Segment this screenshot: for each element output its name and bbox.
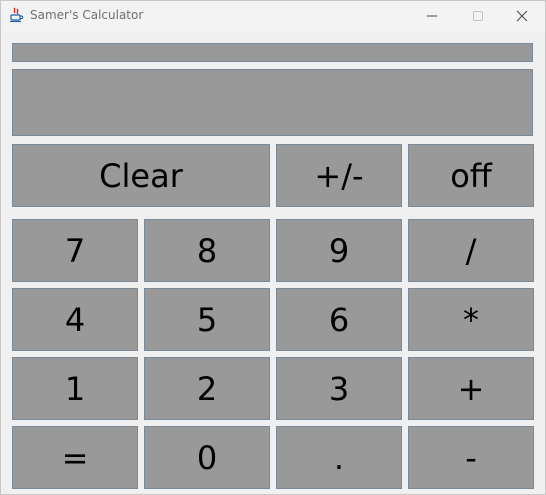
digit-1-button[interactable]: 1: [12, 357, 138, 420]
title-bar[interactable]: Samer's Calculator: [1, 1, 545, 31]
clear-button[interactable]: Clear: [12, 144, 270, 207]
minimize-icon: [427, 15, 437, 17]
digit-9-button[interactable]: 9: [276, 219, 402, 282]
java-icon: [9, 7, 24, 23]
display-field[interactable]: [12, 69, 533, 136]
digit-3-button[interactable]: 3: [276, 357, 402, 420]
close-icon: [516, 10, 528, 22]
multiply-button[interactable]: *: [408, 288, 534, 351]
digit-6-button[interactable]: 6: [276, 288, 402, 351]
plus-button[interactable]: +: [408, 357, 534, 420]
negate-button[interactable]: +/-: [276, 144, 402, 207]
calculator-window: Samer's Calculator Clear +/- off 7 8 9 /…: [0, 0, 546, 495]
operation-field[interactable]: [12, 43, 533, 62]
digit-5-button[interactable]: 5: [144, 288, 270, 351]
window-title: Samer's Calculator: [30, 8, 144, 22]
minimize-button[interactable]: [409, 1, 455, 31]
off-button[interactable]: off: [408, 144, 534, 207]
divide-button[interactable]: /: [408, 219, 534, 282]
close-button[interactable]: [499, 1, 545, 31]
digit-7-button[interactable]: 7: [12, 219, 138, 282]
digit-4-button[interactable]: 4: [12, 288, 138, 351]
digit-2-button[interactable]: 2: [144, 357, 270, 420]
digit-0-button[interactable]: 0: [144, 426, 270, 489]
minus-button[interactable]: -: [408, 426, 534, 489]
maximize-icon: [473, 11, 483, 21]
maximize-button[interactable]: [455, 1, 501, 31]
equals-button[interactable]: =: [12, 426, 138, 489]
digit-8-button[interactable]: 8: [144, 219, 270, 282]
decimal-button[interactable]: .: [276, 426, 402, 489]
